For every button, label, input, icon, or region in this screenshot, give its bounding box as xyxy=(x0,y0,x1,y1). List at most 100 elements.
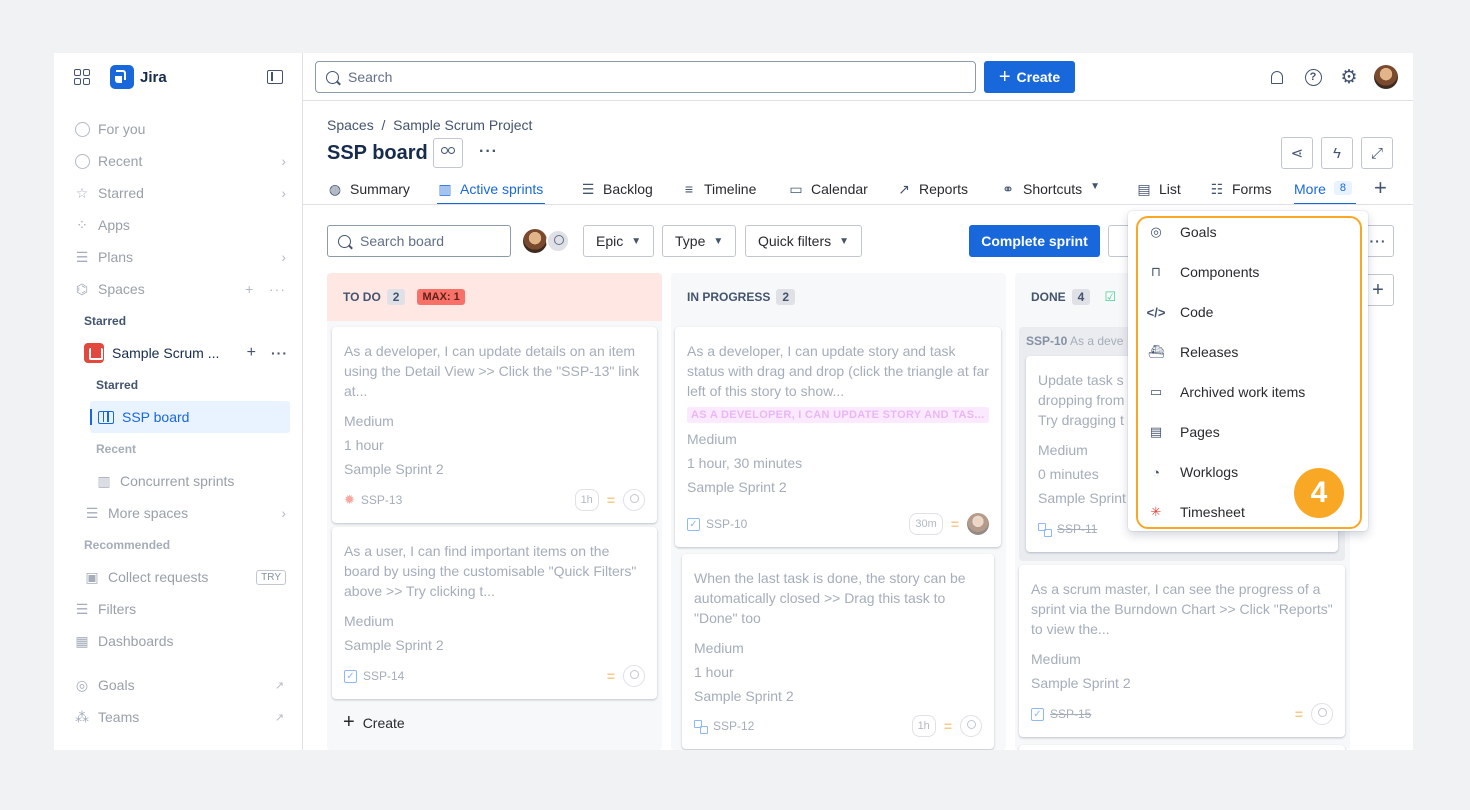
card-estimate: 1 hour, 30 minutes xyxy=(687,455,803,471)
sidebar-item-label: More spaces xyxy=(108,505,189,521)
card-ssp-15[interactable]: As a scrum master, I can see the progres… xyxy=(1019,565,1345,737)
settings-gear-icon[interactable]: ⚙ xyxy=(1339,67,1359,87)
sidebar-item-for-you[interactable]: For you xyxy=(74,117,286,141)
sidebar-item-more-spaces[interactable]: ☰ More spaces › xyxy=(84,501,286,525)
spaces-icon: ⌬ xyxy=(75,280,89,297)
more-icon[interactable]: ··· xyxy=(271,345,288,361)
search-input[interactable]: Search xyxy=(315,61,976,93)
spaces-actions[interactable]: + ··· xyxy=(245,281,286,297)
card-ssp-12[interactable]: When the last task is done, the story ca… xyxy=(682,554,994,749)
card-ssp-13[interactable]: As a developer, I can update details on … xyxy=(332,327,657,523)
card-ssp-14[interactable]: As a user, I can find important items on… xyxy=(332,527,657,699)
assignee-filter-avatar[interactable] xyxy=(523,229,547,253)
card-key[interactable]: SSP-14 xyxy=(363,666,404,686)
help-icon[interactable]: ? xyxy=(1303,67,1323,87)
card-key[interactable]: SSP-10 xyxy=(706,514,747,534)
card-key[interactable]: SSP-11 xyxy=(1057,519,1097,539)
expand-icon: ⤢ xyxy=(1370,144,1383,162)
sidebar-item-starred[interactable]: ☆ Starred › xyxy=(74,181,286,205)
sidebar-item-collect-requests[interactable]: ▣ Collect requests TRY xyxy=(84,565,286,589)
card-key[interactable]: SSP-12 xyxy=(713,716,754,736)
assignee-avatar[interactable] xyxy=(967,513,989,535)
recommended-label: Recommended xyxy=(84,538,171,552)
search-board-input[interactable]: Search board xyxy=(327,225,511,257)
sidebar-item-dashboards[interactable]: ▦ Dashboards xyxy=(74,629,286,653)
priority-medium-icon: = xyxy=(606,492,615,508)
automation-button[interactable]: ϟ xyxy=(1321,137,1353,169)
user-avatar[interactable] xyxy=(1374,65,1398,89)
card-priority: Medium xyxy=(344,413,394,429)
sidebar-item-spaces[interactable]: ⌬ Spaces + ··· xyxy=(74,277,286,301)
fullscreen-button[interactable]: ⤢ xyxy=(1361,137,1393,169)
collapse-sidebar-icon[interactable] xyxy=(267,70,283,84)
tab-shortcuts[interactable]: ⚭ Shortcuts ▼ xyxy=(1000,175,1100,205)
unassigned-avatar[interactable] xyxy=(623,665,645,687)
sidebar-item-goals[interactable]: ◎ Goals ↗ xyxy=(74,673,286,697)
epic-filter-button[interactable]: Epic ▼ xyxy=(583,225,655,257)
jira-logo-icon[interactable] xyxy=(110,65,134,89)
card-priority: Medium xyxy=(344,613,394,629)
chevron-right-icon[interactable]: › xyxy=(281,249,286,265)
unassigned-avatar[interactable] xyxy=(623,489,645,511)
bug-icon: ✹ xyxy=(344,492,355,507)
team-button[interactable] xyxy=(433,138,463,168)
add-icon[interactable]: + xyxy=(247,344,256,362)
tab-label: Summary xyxy=(350,181,410,197)
card-partial[interactable] xyxy=(1019,745,1345,750)
column-create-button[interactable]: + Create xyxy=(343,711,405,734)
board-icon: ▥ xyxy=(97,472,111,489)
tab-timeline[interactable]: ≡ Timeline xyxy=(681,175,756,205)
done-parent-header[interactable]: SSP-10 As a deve xyxy=(1026,334,1123,348)
chevron-right-icon[interactable]: › xyxy=(281,185,286,201)
card-key[interactable]: SSP-15 xyxy=(1050,704,1091,724)
unassigned-avatar[interactable] xyxy=(960,715,982,737)
complete-sprint-button[interactable]: Complete sprint xyxy=(969,225,1100,257)
quick-filters-label: Quick filters xyxy=(758,233,832,249)
sidebar-item-filters[interactable]: ☰ Filters xyxy=(74,597,286,621)
app-name: Jira xyxy=(140,69,167,86)
tab-label: Active sprints xyxy=(460,181,544,197)
breadcrumb[interactable]: Spaces / Sample Scrum Project xyxy=(327,117,532,133)
board-more-icon[interactable]: ··· xyxy=(479,143,498,161)
card-ssp-10[interactable]: As a developer, I can update story and t… xyxy=(675,327,1001,547)
tab-forms[interactable]: ☷ Forms xyxy=(1209,175,1272,205)
dashboard-icon: ▦ xyxy=(75,632,89,649)
chevron-right-icon[interactable]: › xyxy=(281,153,286,169)
type-label: Type xyxy=(675,233,706,249)
unassigned-filter-avatar[interactable] xyxy=(546,229,570,253)
app-switcher-icon[interactable] xyxy=(74,69,90,85)
notifications-icon[interactable] xyxy=(1267,67,1287,87)
estimate-badge: 1h xyxy=(911,715,936,737)
chevron-right-icon[interactable]: › xyxy=(281,505,286,521)
tab-reports[interactable]: ↗ Reports xyxy=(896,175,968,205)
card-priority: Medium xyxy=(1031,651,1081,667)
sidebar-project[interactable]: Sample Scrum ... + ··· xyxy=(84,341,296,365)
tab-calendar[interactable]: ▭ Calendar xyxy=(788,175,867,205)
add-tab-icon[interactable]: + xyxy=(1374,173,1387,203)
priority-medium-icon: = xyxy=(950,516,959,532)
create-button[interactable]: + Create xyxy=(984,61,1075,93)
search-icon xyxy=(338,234,351,248)
tab-list[interactable]: ▤ List xyxy=(1136,175,1181,205)
card-key[interactable]: SSP-13 xyxy=(361,490,402,510)
tab-label: List xyxy=(1159,181,1181,197)
team-icon xyxy=(441,147,455,159)
tab-active-sprints[interactable]: ▥ Active sprints xyxy=(437,175,546,205)
type-filter-button[interactable]: Type ▼ xyxy=(662,225,737,257)
sidebar-item-teams[interactable]: ⁂ Teams ↗ xyxy=(74,705,286,729)
sidebar-item-concurrent-sprints[interactable]: ▥ Concurrent sprints xyxy=(96,469,286,493)
sidebar-item-apps[interactable]: ⁘ Apps xyxy=(74,213,286,237)
column-count: 2 xyxy=(776,289,796,305)
sidebar-item-plans[interactable]: ☰ Plans › xyxy=(74,245,286,269)
tab-more[interactable]: More 8 xyxy=(1294,175,1357,205)
share-button[interactable]: ⋖ xyxy=(1281,137,1313,169)
tab-label: Reports xyxy=(919,181,969,197)
tab-backlog[interactable]: ☰ Backlog xyxy=(580,175,653,205)
quick-filters-button[interactable]: Quick filters ▼ xyxy=(745,225,863,257)
goal-icon: ◎ xyxy=(75,676,89,693)
unassigned-avatar[interactable] xyxy=(1311,703,1333,725)
sidebar-item-recent[interactable]: Recent › xyxy=(74,149,286,173)
sidebar-item-ssp-board[interactable]: SSP board xyxy=(90,401,290,433)
tab-summary[interactable]: ◍ Summary xyxy=(327,175,410,205)
clock-icon xyxy=(74,153,90,169)
